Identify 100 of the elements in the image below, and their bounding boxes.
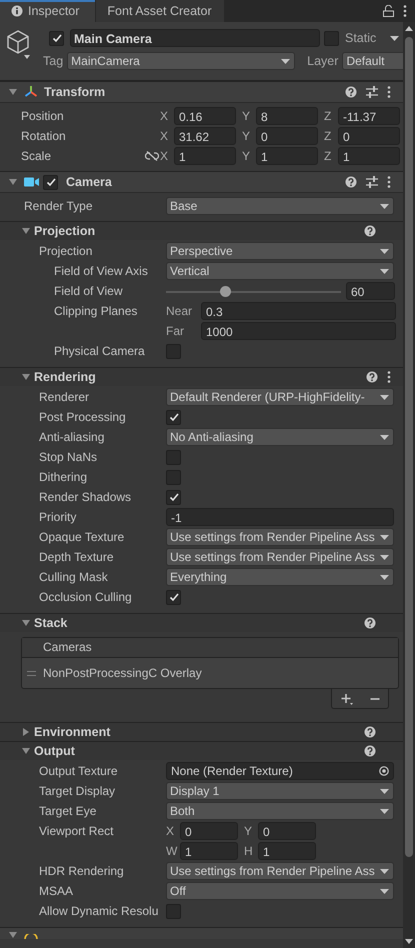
unlinked-chain-icon[interactable] [145, 151, 159, 161]
input-field[interactable]: 1 [338, 147, 400, 165]
dropdown[interactable]: Use settings from Render Pipeline Ass [166, 528, 394, 546]
input-field[interactable]: 1 [258, 842, 316, 860]
dropdown[interactable]: No Anti-aliasing [166, 428, 394, 446]
checkbox[interactable] [43, 174, 58, 190]
section-header[interactable]: Projection [0, 221, 403, 240]
collapse-arrow-icon[interactable] [22, 227, 30, 235]
collapse-arrow-icon[interactable] [9, 931, 17, 939]
dropdown[interactable]: Perspective [166, 242, 394, 260]
caret-icon [380, 204, 389, 208]
input-field[interactable]: 8 [256, 107, 318, 125]
axis-label: X [160, 129, 170, 143]
dropdown[interactable]: Both [166, 802, 394, 820]
input-field[interactable]: 0.3 [201, 302, 396, 320]
checkbox[interactable] [166, 490, 181, 504]
scroll-down-icon[interactable] [405, 939, 413, 944]
input-field[interactable]: 0.16 [174, 107, 236, 125]
checkbox[interactable] [166, 344, 181, 358]
input-field[interactable]: 1 [180, 842, 238, 860]
dropdown[interactable]: Everything [166, 568, 394, 586]
property-label: Render Shadows [39, 490, 132, 504]
check-icon [168, 411, 180, 423]
scrollbar[interactable] [403, 22, 415, 948]
help-icon[interactable] [364, 726, 376, 738]
scroll-up-icon[interactable] [405, 26, 413, 31]
axis-label: Y [242, 109, 252, 123]
tab[interactable]: Font Asset Creator [96, 0, 224, 22]
dropdown[interactable]: MainCamera [67, 52, 296, 70]
menu-icon[interactable] [387, 86, 391, 98]
help-icon[interactable] [366, 371, 378, 383]
collapse-arrow-icon[interactable] [9, 88, 17, 96]
property-label: Position [21, 109, 65, 123]
input-field[interactable]: 60 [346, 282, 395, 300]
drag-handle-icon[interactable] [27, 670, 36, 676]
checkbox[interactable] [166, 470, 181, 484]
cube-icon[interactable] [6, 30, 30, 60]
checkbox[interactable] [166, 450, 181, 464]
help-icon[interactable] [364, 745, 376, 757]
help-icon[interactable] [364, 617, 376, 629]
input-field[interactable]: 1 [174, 147, 236, 165]
checkbox[interactable] [166, 410, 181, 424]
caret-icon [380, 868, 389, 874]
minus-icon [370, 698, 380, 700]
plus-icon [340, 692, 352, 704]
input-field[interactable]: 0 [258, 822, 316, 840]
expand-arrow-icon[interactable] [22, 728, 30, 736]
presets-icon[interactable] [366, 176, 378, 188]
scrollbar-thumb[interactable] [405, 37, 413, 857]
dropdown[interactable]: Vertical [166, 262, 394, 280]
add-button[interactable] [340, 692, 352, 704]
dropdown[interactable]: Default [342, 52, 403, 70]
check-icon [168, 591, 180, 603]
help-icon[interactable] [364, 225, 376, 237]
dropdown[interactable]: Default Renderer (URP-HighFidelity- [166, 388, 394, 406]
help-icon[interactable] [345, 176, 357, 188]
menu-icon[interactable] [403, 5, 407, 17]
name-field[interactable]: Main Camera [70, 29, 320, 47]
section-header[interactable]: Output [0, 741, 403, 760]
input-field[interactable]: -1 [166, 508, 394, 526]
help-icon[interactable] [345, 86, 357, 98]
checkbox[interactable] [166, 590, 181, 604]
dropdown[interactable]: Off [166, 882, 394, 900]
checkbox[interactable] [324, 30, 339, 46]
presets-icon[interactable] [366, 86, 378, 98]
dropdown[interactable]: Base [166, 197, 394, 215]
menu-icon[interactable] [387, 176, 391, 188]
slider-thumb[interactable] [220, 286, 231, 296]
tab[interactable]: Inspector [0, 0, 96, 22]
section-header[interactable]: Rendering [0, 367, 403, 386]
input-field[interactable]: -11.37 [338, 107, 400, 125]
menu-icon[interactable] [387, 371, 391, 383]
collapse-arrow-icon[interactable] [22, 747, 30, 755]
checkbox[interactable] [49, 30, 64, 46]
list-item[interactable]: NonPostProcessingC Overlay [43, 666, 202, 680]
axis-label: W [166, 844, 178, 858]
lock-icon[interactable] [383, 5, 394, 17]
input-field[interactable]: 1000 [201, 322, 396, 340]
camera-icon [24, 176, 38, 188]
caret-icon[interactable] [390, 36, 400, 40]
property-label: Dithering [39, 470, 88, 484]
target-icon[interactable] [379, 766, 389, 776]
input-field[interactable]: 1 [256, 147, 318, 165]
collapse-arrow-icon[interactable] [22, 373, 30, 381]
caret-icon [380, 248, 389, 254]
property-label: MSAA [39, 884, 74, 898]
property-label: Target Eye [39, 804, 98, 818]
collapse-arrow-icon[interactable] [22, 619, 30, 627]
object-field[interactable]: None (Render Texture) [166, 762, 394, 780]
collapse-arrow-icon[interactable] [9, 178, 17, 186]
input-field[interactable]: 0 [338, 127, 400, 145]
input-field[interactable]: 0 [180, 822, 238, 840]
input-field[interactable]: 31.62 [174, 127, 236, 145]
checkbox[interactable] [166, 904, 181, 918]
dropdown[interactable]: Display 1 [166, 782, 394, 800]
dropdown[interactable]: Use settings from Render Pipeline Ass [166, 548, 394, 566]
component-header[interactable]: Transform [0, 82, 403, 103]
component-header[interactable]: Camera [0, 172, 403, 193]
dropdown[interactable]: Use settings from Render Pipeline Ass [166, 862, 394, 880]
input-field[interactable]: 0 [256, 127, 318, 145]
